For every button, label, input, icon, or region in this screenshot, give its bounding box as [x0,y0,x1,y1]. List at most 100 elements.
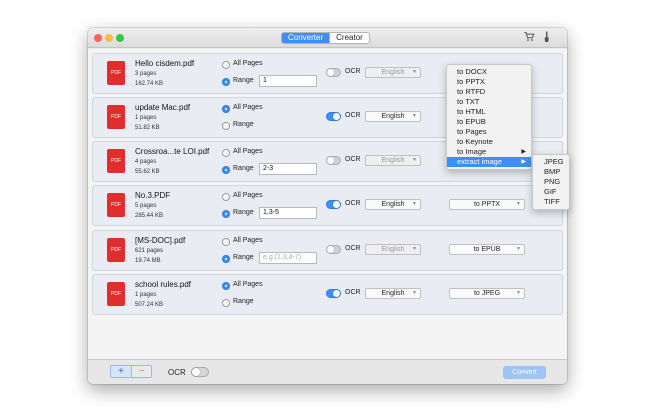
format-menu-item[interactable]: to RTFD [447,87,531,97]
language-select[interactable]: English ▼ [365,155,421,166]
select-caret-icon: ▼ [516,201,521,207]
all-pages-radio[interactable] [222,61,230,69]
range-radio[interactable] [222,255,230,263]
all-pages-radio[interactable] [222,105,230,113]
file-name: [MS-DOC].pdf [135,236,186,245]
image-format-item[interactable]: PNG [533,177,569,187]
language-select[interactable]: English ▼ [365,111,421,122]
bottom-bar: + − OCR Convert [88,359,567,384]
pdf-badge-text: PDF [111,70,121,76]
cart-icon[interactable] [524,31,535,46]
format-menu-item-label: to DOCX [457,67,488,76]
range-input[interactable]: 1,3-5 [259,207,317,219]
range-radio[interactable] [222,122,230,130]
tab-converter[interactable]: Converter [282,33,330,43]
image-format-item[interactable]: BMP [533,167,569,177]
format-menu-item[interactable]: to Pages [447,127,531,137]
ocr-toggle[interactable] [326,68,341,77]
ocr-toggle[interactable] [326,200,341,209]
all-pages-radio[interactable] [222,238,230,246]
close-window-button[interactable] [94,34,102,42]
title-bar: Converter Creator [88,28,567,48]
pdf-badge-text: PDF [111,158,121,164]
language-value: English [381,201,405,208]
language-select[interactable]: English ▼ [365,244,421,255]
format-menu-item[interactable]: to EPUB [447,117,531,127]
format-select[interactable]: to JPEG ▼ [449,288,525,299]
format-menu-item[interactable]: to PPTX [447,77,531,87]
file-size: 162.74 KB [135,81,164,87]
zoom-window-button[interactable] [116,34,124,42]
language-select[interactable]: English ▼ [365,199,421,210]
ocr-toggle[interactable] [326,112,341,121]
pdf-badge-text: PDF [111,114,121,120]
select-caret-icon: ▼ [412,201,417,207]
range-label: Range [233,254,254,261]
remove-file-button[interactable]: − [131,366,151,377]
ocr-label: OCR [345,68,361,75]
select-caret-icon: ▼ [412,157,417,163]
ocr-label: OCR [345,200,361,207]
format-select[interactable]: to PPTX ▼ [449,199,525,210]
ocr-toggle[interactable] [326,156,341,165]
all-pages-radio[interactable] [222,282,230,290]
all-pages-radio[interactable] [222,149,230,157]
format-menu-item[interactable]: to HTML [447,107,531,117]
global-ocr-toggle[interactable] [191,367,209,377]
format-menu-item-label: to RTFD [457,87,486,96]
ocr-label: OCR [345,112,361,119]
file-pages: 1 pages [135,115,157,121]
pdf-file-icon: PDF [107,61,125,85]
range-input[interactable]: 1 [259,75,317,87]
minimize-window-button[interactable] [105,34,113,42]
language-select[interactable]: English ▼ [365,288,421,299]
format-menu-item[interactable]: to DOCX [447,67,531,77]
range-radio[interactable] [222,210,230,218]
file-name: Crossroa...te LOI.pdf [135,147,210,156]
file-row[interactable]: PDF No.3.PDF 5 pages 285.44 KB All Pages… [92,185,563,226]
tab-creator[interactable]: Creator [329,33,369,43]
brush-icon[interactable] [542,31,551,47]
ocr-toggle[interactable] [326,245,341,254]
image-format-item[interactable]: JPEG [533,157,569,167]
range-radio[interactable] [222,166,230,174]
file-size: 51.82 KB [135,125,160,131]
file-size: 285.44 KB [135,213,164,219]
range-input[interactable]: e.g.(1,3,4-7) [259,252,317,264]
select-caret-icon: ▼ [412,290,417,296]
submenu-arrow-icon: ▶ [521,159,526,165]
file-row[interactable]: PDF [MS-DOC].pdf 621 pages 19.74 MB All … [92,230,563,271]
global-ocr-label: OCR [168,368,186,377]
pdf-file-icon: PDF [107,149,125,173]
file-name: update Mac.pdf [135,103,191,112]
all-pages-label: All Pages [233,237,263,244]
image-format-item[interactable]: GIF [533,187,569,197]
select-caret-icon: ▼ [412,113,417,119]
language-value: English [381,113,405,120]
add-file-button[interactable]: + [111,366,131,377]
format-menu-item-label: to Image [457,147,487,156]
range-radio[interactable] [222,299,230,307]
ocr-label: OCR [345,289,361,296]
language-value: English [381,246,405,253]
file-size: 19.74 MB [135,258,161,264]
range-input[interactable]: 2-3 [259,163,317,175]
format-value: to EPUB [473,246,501,253]
convert-button[interactable]: Convert [503,366,546,379]
ocr-toggle[interactable] [326,289,341,298]
all-pages-radio[interactable] [222,193,230,201]
image-format-item[interactable]: TIFF [533,197,569,207]
format-select[interactable]: to EPUB ▼ [449,244,525,255]
format-menu-item[interactable]: to Keynote [447,137,531,147]
format-menu-item[interactable]: extract image ▶ [447,157,531,167]
format-menu-item[interactable]: to Image ▶ [447,147,531,157]
file-row[interactable]: PDF school rules.pdf 1 pages 507.24 KB A… [92,274,563,315]
range-radio[interactable] [222,78,230,86]
language-select[interactable]: English ▼ [365,67,421,78]
format-menu-item[interactable]: to TXT [447,97,531,107]
language-value: English [381,157,405,164]
select-caret-icon: ▼ [412,69,417,75]
select-caret-icon: ▼ [516,246,521,252]
file-pages: 621 pages [135,248,164,254]
range-label: Range [233,298,254,305]
